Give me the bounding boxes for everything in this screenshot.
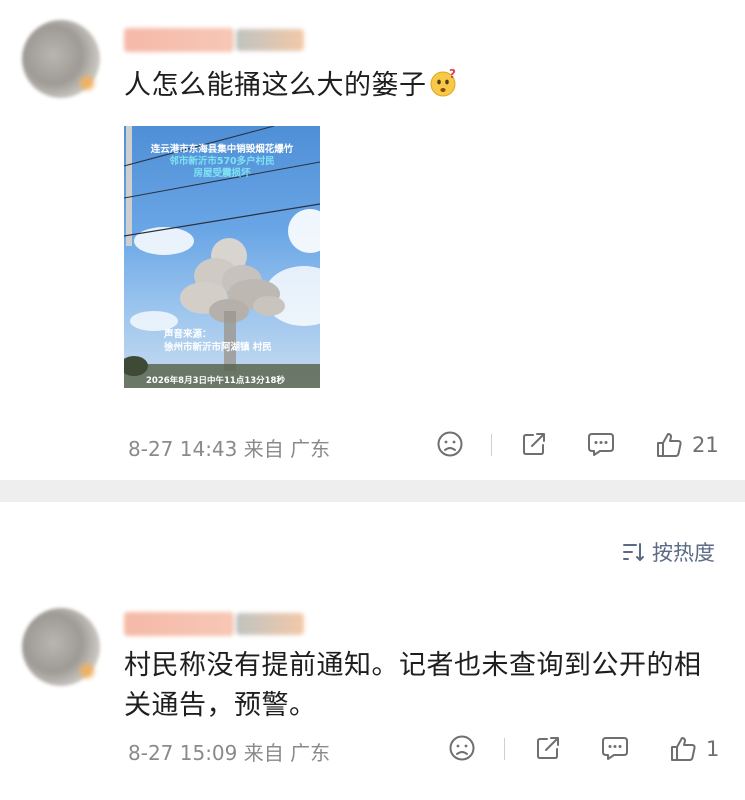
thinking-emoji-icon: ? <box>430 68 456 97</box>
action-separator <box>504 738 505 760</box>
post-image[interactable]: 连云港市东海县集中销毁烟花爆竹 邻市新沂市570多户村民 房屋受震损坏 声音来源… <box>124 126 320 388</box>
weibo-comment-1: 村民称没有提前通知。记者也未查询到公开的相关通告，预警。 8-27 15:09 … <box>0 590 745 800</box>
username-blurred[interactable] <box>124 612 234 636</box>
avatar[interactable] <box>22 608 100 686</box>
dislike-icon <box>449 735 475 761</box>
comment-icon <box>588 433 614 456</box>
post-text: 人怎么能捅这么大的篓子 <box>124 70 427 101</box>
comment-button[interactable] <box>586 430 616 458</box>
sort-toggle[interactable]: 按热度 <box>622 537 715 567</box>
image-caption-2: 邻市新沂市570多户村民 <box>169 156 275 167</box>
image-caption-3: 房屋受震损坏 <box>193 168 251 179</box>
comment-icon <box>602 737 628 760</box>
comment-button[interactable] <box>600 734 630 762</box>
weibo-post-1: 人怎么能捅这么大的篓子 ? 连云港市东海县集中销毁烟花爆竹 邻市新沂市570多户… <box>0 0 745 480</box>
like-icon <box>671 737 696 761</box>
action-bar: 21 <box>0 430 745 460</box>
dislike-icon <box>437 431 463 457</box>
like-button[interactable]: 21 <box>654 430 719 460</box>
like-count: 21 <box>692 433 719 457</box>
user-badge-blurred <box>236 613 304 635</box>
svg-text:?: ? <box>449 68 456 81</box>
user-badge-blurred <box>236 29 304 51</box>
action-separator <box>491 434 492 456</box>
share-icon <box>523 433 545 455</box>
section-divider <box>0 480 745 502</box>
image-caption-1: 连云港市东海县集中销毁烟花爆竹 <box>150 144 294 155</box>
dislike-button[interactable] <box>448 734 476 762</box>
image-source-value: 徐州市新沂市阿湖镇 村民 <box>164 342 272 353</box>
sort-icon <box>623 543 644 561</box>
action-bar: 1 <box>0 734 745 764</box>
sort-label: 按热度 <box>652 541 715 565</box>
dislike-button[interactable] <box>436 430 464 458</box>
like-icon <box>657 433 682 457</box>
share-button[interactable] <box>534 734 562 762</box>
image-source-label: 声音来源： <box>164 329 212 340</box>
share-button[interactable] <box>520 430 548 458</box>
post-content: 人怎么能捅这么大的篓子 ? <box>124 66 723 106</box>
image-timestamp: 2026年8月3日中午11点13分18秒 <box>146 376 285 386</box>
avatar[interactable] <box>22 20 100 98</box>
comment-content: 村民称没有提前通知。记者也未查询到公开的相关通告，预警。 <box>124 650 702 721</box>
username-blurred[interactable] <box>124 28 234 52</box>
like-button[interactable]: 1 <box>668 734 719 764</box>
like-count: 1 <box>706 737 720 761</box>
share-icon <box>537 737 559 759</box>
